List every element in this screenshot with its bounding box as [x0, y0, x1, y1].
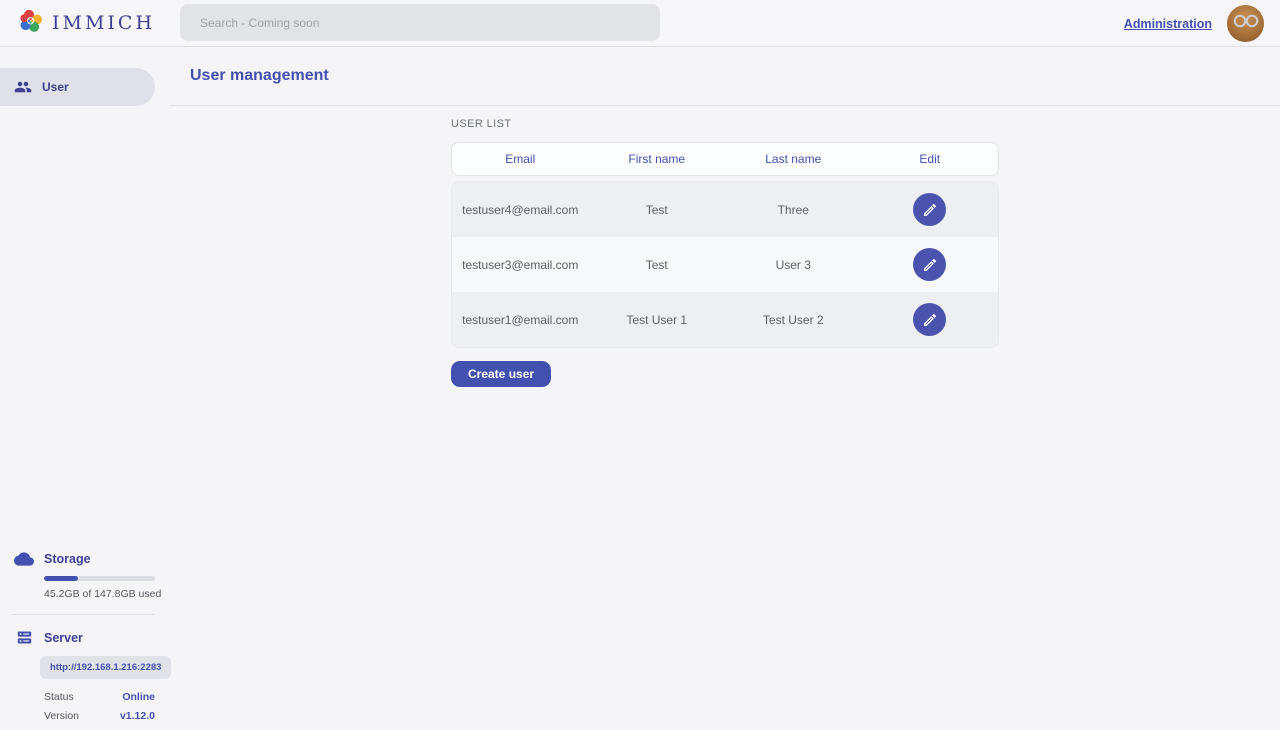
- sidebar-item-user[interactable]: User: [0, 68, 155, 106]
- page-title: User management: [190, 67, 329, 85]
- search-input[interactable]: [180, 4, 660, 41]
- page-title-bar: User management: [170, 47, 1280, 106]
- table-row: testuser3@email.com Test User 3: [452, 237, 998, 292]
- brand-name: IMMICH: [52, 12, 155, 34]
- server-section-header: Server: [12, 629, 170, 646]
- user-last-name-cell: User 3: [725, 258, 862, 272]
- user-first-name-cell: Test: [589, 203, 726, 217]
- edit-user-button[interactable]: [913, 193, 946, 226]
- storage-progress-bar: [44, 576, 155, 581]
- storage-title: Storage: [44, 552, 91, 566]
- pencil-icon: [922, 202, 938, 218]
- server-version-label: Version: [44, 710, 79, 722]
- user-table-body: testuser4@email.com Test Three testuser3…: [451, 181, 999, 348]
- column-header-email: Email: [452, 152, 589, 166]
- user-first-name-cell: Test: [589, 258, 726, 272]
- user-edit-cell: [862, 303, 999, 336]
- column-header-first-name: First name: [589, 152, 726, 166]
- server-status-value: Online: [122, 691, 155, 703]
- top-navbar: IMMICH Administration: [0, 0, 1280, 47]
- storage-section-header: Storage: [12, 549, 170, 569]
- storage-usage-text: 45.2GB of 147.8GB used: [44, 588, 170, 600]
- server-icon: [12, 629, 36, 646]
- user-last-name-cell: Test User 2: [725, 313, 862, 327]
- user-avatar[interactable]: [1227, 5, 1264, 42]
- administration-link[interactable]: Administration: [1124, 17, 1212, 31]
- user-first-name-cell: Test User 1: [589, 313, 726, 327]
- column-header-edit: Edit: [862, 152, 999, 166]
- main-content: User management USER LIST Email First na…: [170, 47, 1280, 730]
- table-row: testuser4@email.com Test Three: [452, 182, 998, 237]
- users-icon: [14, 78, 32, 96]
- sidebar: User Storage 45.2GB of 147.8GB used: [0, 47, 170, 730]
- user-last-name-cell: Three: [725, 203, 862, 217]
- user-list-label: USER LIST: [451, 118, 999, 130]
- brand-logo[interactable]: IMMICH: [18, 8, 155, 39]
- sidebar-item-user-label: User: [42, 80, 69, 94]
- pencil-icon: [922, 257, 938, 273]
- create-user-button[interactable]: Create user: [451, 361, 551, 387]
- user-edit-cell: [862, 248, 999, 281]
- user-edit-cell: [862, 193, 999, 226]
- server-url[interactable]: http://192.168.1.216:2283: [40, 656, 171, 679]
- user-email-cell: testuser4@email.com: [452, 203, 589, 217]
- edit-user-button[interactable]: [913, 248, 946, 281]
- sidebar-divider: [12, 614, 155, 615]
- user-email-cell: testuser3@email.com: [452, 258, 589, 272]
- pencil-icon: [922, 312, 938, 328]
- server-title: Server: [44, 631, 83, 645]
- column-header-last-name: Last name: [725, 152, 862, 166]
- storage-progress-fill: [44, 576, 78, 581]
- user-email-cell: testuser1@email.com: [452, 313, 589, 327]
- server-version-value: v1.12.0: [120, 710, 155, 722]
- immich-flower-icon: [18, 8, 44, 39]
- user-table-header: Email First name Last name Edit: [451, 142, 999, 176]
- glasses-icon: [1231, 14, 1261, 28]
- server-status-label: Status: [44, 691, 74, 703]
- server-version-row: Version v1.12.0: [44, 710, 155, 722]
- server-status-row: Status Online: [44, 691, 155, 703]
- cloud-icon: [12, 549, 36, 569]
- edit-user-button[interactable]: [913, 303, 946, 336]
- table-row: testuser1@email.com Test User 1 Test Use…: [452, 292, 998, 347]
